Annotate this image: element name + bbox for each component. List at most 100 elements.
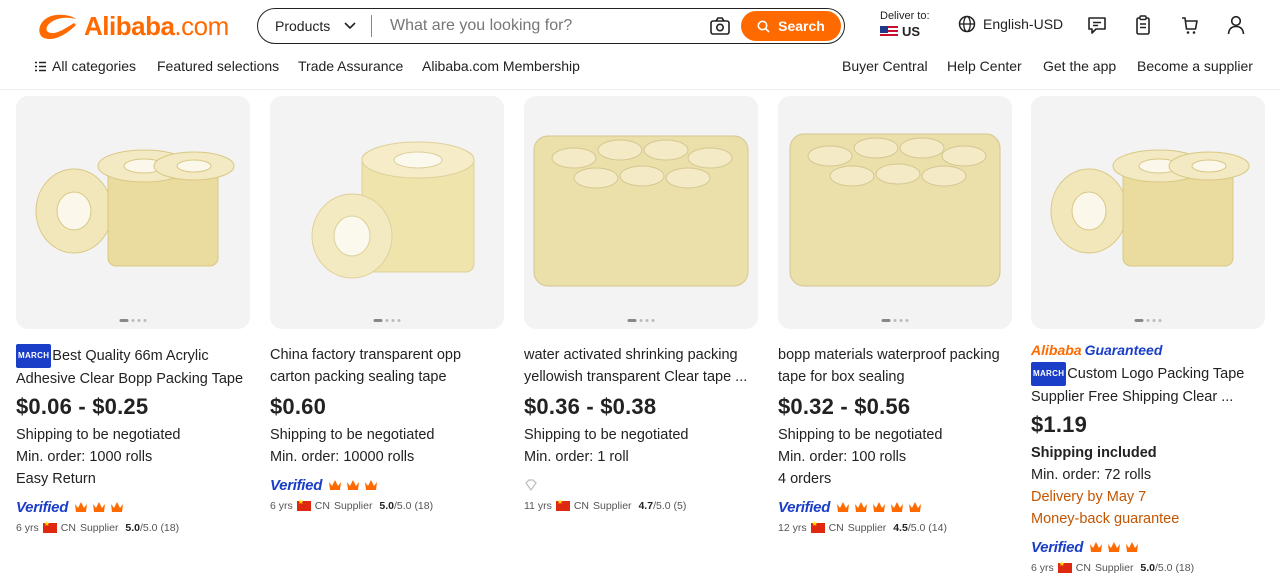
top-header: Alibaba.com Products Search Deliver to: … bbox=[0, 0, 1280, 90]
supplier-country: CN bbox=[314, 500, 330, 512]
shipping-info: Shipping to be negotiated bbox=[524, 427, 689, 443]
diamond-icon bbox=[525, 479, 537, 491]
shipping-info: Shipping to be negotiated bbox=[270, 427, 435, 443]
guaranteed-label: Guaranteed bbox=[1084, 342, 1163, 358]
search-icon bbox=[757, 20, 770, 33]
product-card[interactable]: Alibaba Guaranteed MARCH Custom Logo Pack… bbox=[1031, 96, 1265, 574]
supplier-years: 12 yrs bbox=[778, 522, 807, 534]
globe-icon bbox=[958, 15, 976, 33]
alibaba-logo[interactable]: Alibaba.com bbox=[34, 10, 229, 42]
supplier-info[interactable]: 11 yrs CN Supplier 4.7/5.0 (5) bbox=[524, 498, 758, 512]
deliver-label: Deliver to: bbox=[880, 10, 930, 22]
product-price: $0.06 - $0.25 bbox=[16, 394, 149, 419]
alibaba-guaranteed-logo[interactable]: Alibaba Guaranteed bbox=[1031, 340, 1265, 360]
crown-icon bbox=[855, 502, 868, 512]
product-image[interactable] bbox=[524, 96, 758, 329]
cn-flag-icon bbox=[1057, 560, 1072, 573]
product-image[interactable] bbox=[778, 96, 1012, 329]
supplier-label: Supplier bbox=[1094, 562, 1134, 574]
language-selector[interactable]: English-USD bbox=[958, 15, 1063, 33]
supplier-label: Supplier bbox=[593, 500, 632, 512]
supplier-crowns bbox=[74, 501, 124, 513]
product-card[interactable]: MARCH Best Quality 66m Acrylic Adhesive C… bbox=[16, 96, 250, 534]
search-input[interactable] bbox=[372, 17, 709, 35]
product-price: $0.60 bbox=[270, 394, 327, 419]
nav-get-the-app[interactable]: Get the app bbox=[1043, 58, 1116, 74]
shipping-info: Shipping included bbox=[1031, 445, 1157, 461]
nav-bar: All categories Featured selections Trade… bbox=[0, 56, 1280, 78]
min-order: Min. order: 1 roll bbox=[524, 449, 629, 465]
search-category-label: Products bbox=[275, 18, 331, 34]
verified-badge[interactable]: Verified bbox=[1031, 539, 1083, 556]
deliver-country: US bbox=[902, 24, 921, 39]
product-title[interactable]: bopp materials waterproof packing tape f… bbox=[778, 344, 1012, 388]
product-price: $0.36 - $0.38 bbox=[524, 394, 657, 419]
supplier-years: 6 yrs bbox=[1031, 562, 1054, 574]
nav-all-categories[interactable]: All categories bbox=[52, 58, 136, 74]
nav-buyer-central[interactable]: Buyer Central bbox=[842, 58, 928, 74]
crown-icon bbox=[1126, 542, 1139, 552]
logo-text: Alibaba.com bbox=[84, 10, 229, 41]
product-image[interactable] bbox=[1031, 96, 1265, 329]
search-category-select[interactable]: Products bbox=[258, 15, 372, 37]
supplier-info[interactable]: 6 yrs CN Supplier 5.0/5.0 (18) bbox=[16, 520, 250, 534]
supplier-rating: 4.7/5.0 (5) bbox=[638, 500, 687, 512]
cn-flag-icon bbox=[296, 498, 311, 511]
camera-icon[interactable] bbox=[709, 15, 731, 37]
search-button[interactable]: Search bbox=[741, 11, 841, 41]
search-button-label: Search bbox=[778, 18, 825, 34]
cart-icon[interactable] bbox=[1178, 14, 1200, 36]
crown-icon bbox=[891, 502, 904, 512]
min-order: Min. order: 72 rolls bbox=[1031, 467, 1152, 483]
crown-icon bbox=[111, 502, 124, 512]
product-image[interactable] bbox=[270, 96, 504, 329]
supplier-rating: 5.0/5.0 (18) bbox=[379, 500, 434, 512]
product-card[interactable]: water activated shrinking packing yellow… bbox=[524, 96, 758, 512]
supplier-country: CN bbox=[573, 500, 589, 512]
crown-icon bbox=[365, 480, 378, 490]
product-image[interactable] bbox=[16, 96, 250, 329]
march-badge: MARCH bbox=[1031, 362, 1067, 386]
product-title[interactable]: MARCH Best Quality 66m Acrylic Adhesive C… bbox=[16, 344, 250, 388]
min-order: Min. order: 1000 rolls bbox=[16, 449, 153, 465]
user-icon[interactable] bbox=[1225, 14, 1247, 36]
supplier-country: CN bbox=[1075, 562, 1091, 574]
money-back-guarantee: Money-back guarantee bbox=[1031, 511, 1180, 527]
nav-become-supplier[interactable]: Become a supplier bbox=[1137, 58, 1253, 74]
delivery-date: Delivery by May 7 bbox=[1031, 489, 1147, 505]
product-title[interactable]: MARCH Custom Logo Packing Tape Supplier F… bbox=[1031, 362, 1265, 406]
verified-badge[interactable]: Verified bbox=[16, 499, 68, 516]
deliver-to[interactable]: Deliver to: US bbox=[880, 9, 930, 39]
product-card[interactable]: China factory transparent opp carton pac… bbox=[270, 96, 504, 512]
us-flag-icon bbox=[880, 26, 898, 38]
product-title[interactable]: water activated shrinking packing yellow… bbox=[524, 344, 758, 388]
crown-icon bbox=[1108, 542, 1121, 552]
supplier-rating: 5.0/5.0 (18) bbox=[125, 522, 180, 534]
verified-badge[interactable]: Verified bbox=[270, 477, 322, 494]
crown-icon bbox=[837, 502, 850, 512]
verified-badge[interactable]: Verified bbox=[778, 499, 830, 516]
product-title[interactable]: China factory transparent opp carton pac… bbox=[270, 344, 504, 388]
order-count: 4 orders bbox=[778, 471, 832, 487]
search-bar: Products Search bbox=[257, 8, 845, 44]
supplier-crowns bbox=[524, 479, 538, 491]
supplier-crowns bbox=[1089, 541, 1139, 553]
supplier-info[interactable]: 6 yrs CN Supplier 5.0/5.0 (18) bbox=[1031, 560, 1265, 574]
nav-featured-selections[interactable]: Featured selections bbox=[157, 58, 279, 74]
orders-icon[interactable] bbox=[1132, 14, 1154, 36]
product-card[interactable]: bopp materials waterproof packing tape f… bbox=[778, 96, 1012, 534]
supplier-info[interactable]: 6 yrs CN Supplier 5.0/5.0 (18) bbox=[270, 498, 504, 512]
nav-help-center[interactable]: Help Center bbox=[947, 58, 1022, 74]
march-badge: MARCH bbox=[16, 344, 52, 368]
nav-membership[interactable]: Alibaba.com Membership bbox=[422, 58, 580, 74]
crown-icon bbox=[909, 502, 922, 512]
supplier-years: 11 yrs bbox=[524, 500, 552, 512]
supplier-label: Supplier bbox=[847, 522, 887, 534]
supplier-info[interactable]: 12 yrs CN Supplier 4.5/5.0 (14) bbox=[778, 520, 1012, 534]
messages-icon[interactable] bbox=[1086, 14, 1108, 36]
supplier-crowns bbox=[328, 479, 378, 491]
nav-trade-assurance[interactable]: Trade Assurance bbox=[298, 58, 403, 74]
min-order: Min. order: 10000 rolls bbox=[270, 449, 415, 465]
crown-icon bbox=[1090, 542, 1103, 552]
chevron-down-icon bbox=[344, 22, 356, 30]
